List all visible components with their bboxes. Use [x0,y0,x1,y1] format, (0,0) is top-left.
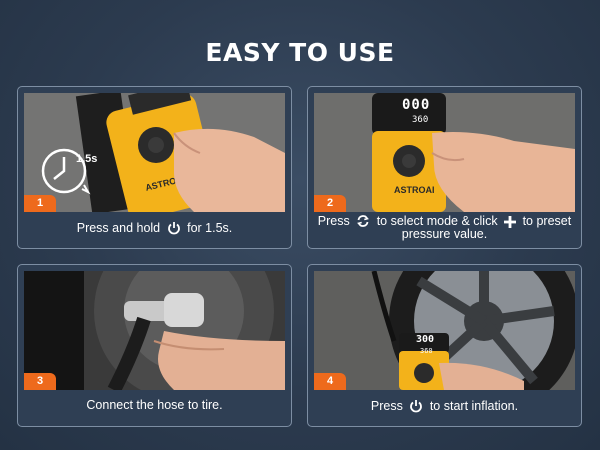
display-top: 000 [402,97,431,113]
step-panel-3: 3 Connect the hose to tire. [17,264,292,427]
step-2-caption: Press to select mode & click to preset p… [314,212,575,243]
step-panel-1: ASTROAI 1.5s 1 Press and hold for 1.5s. [17,86,292,249]
timer-label: 1.5s [76,153,98,165]
page-title: EASY TO USE [205,38,395,67]
caption-text: to preset [522,214,572,228]
caption-text: Connect the hose to tire. [86,398,223,412]
cycle-icon [357,215,370,227]
step-1-photo: ASTROAI 1.5s [24,93,285,212]
display-top: 300 [416,334,435,345]
step-number-badge: 2 [314,195,346,212]
step-panel-2: ASTROAI 000 360 2 Press to select mode &… [307,86,582,249]
display-value: 360 [420,347,433,355]
step-panel-4: 300 360 4 Press to start inflation. [307,264,582,427]
step-number-badge: 1 [24,195,56,212]
device-brand-text: ASTROAI [394,185,435,195]
caption-text: for 1.5s. [187,220,233,235]
caption-text: Press [370,398,403,413]
step-number-badge: 3 [24,373,56,390]
step-2-photo: ASTROAI 000 360 [314,93,575,212]
caption-text: to start inflation. [429,398,519,413]
step-4-caption: Press to start inflation. [314,390,575,421]
step-3-caption: Connect the hose to tire. [24,390,285,421]
plus-icon [504,216,517,228]
caption-text: Press [317,214,350,228]
caption-text: to select mode & click [376,214,498,228]
step-number-badge: 4 [314,373,346,390]
power-icon [167,221,180,234]
step-4-photo: 300 360 [314,271,575,390]
step-3-photo [24,271,285,390]
caption-text: pressure value. [401,227,488,241]
display-value: 360 [412,115,429,125]
step-1-caption: Press and hold for 1.5s. [24,212,285,243]
caption-text: Press and hold [76,220,161,235]
power-icon [410,399,423,412]
